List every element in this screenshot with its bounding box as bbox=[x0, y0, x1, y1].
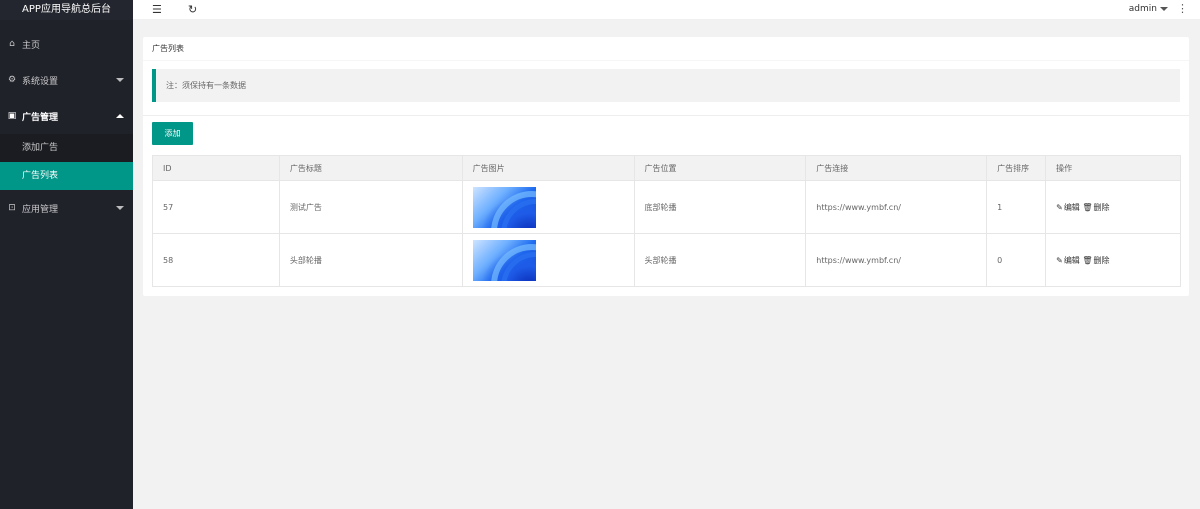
app-icon: ⊡ bbox=[8, 203, 16, 213]
cell-actions: ✎编辑 🗑删除 bbox=[1045, 180, 1181, 234]
edit-label: 编辑 bbox=[1063, 202, 1080, 212]
gear-icon: ⚙ bbox=[7, 75, 17, 85]
divider bbox=[143, 115, 1189, 116]
home-icon: ⌂ bbox=[9, 39, 15, 49]
cell-id: 58 bbox=[152, 233, 280, 287]
sidebar-subnav-ads: 添加广告 广告列表 bbox=[0, 134, 133, 190]
delete-label: 删除 bbox=[1093, 255, 1110, 265]
delete-button[interactable]: 🗑删除 bbox=[1082, 256, 1109, 265]
col-header-link: 广告连接 bbox=[805, 155, 988, 181]
col-header-image: 广告图片 bbox=[461, 155, 635, 181]
sidebar-subitem-ad-list[interactable]: 广告列表 bbox=[0, 162, 133, 190]
cell-actions: ✎编辑 🗑删除 bbox=[1045, 233, 1181, 287]
col-header-sort: 广告排序 bbox=[986, 155, 1047, 181]
image-icon: ▣ bbox=[7, 111, 17, 121]
top-header: ☰ ↻ admin ⋮ bbox=[133, 0, 1200, 20]
sidebar-item-label: 广告管理 bbox=[22, 112, 59, 123]
table-header-row: ID 广告标题 广告图片 广告位置 广告连接 广告排序 操作 bbox=[152, 155, 1181, 181]
sidebar-item-label: 应用管理 bbox=[22, 204, 59, 215]
sidebar-subitem-add-ad[interactable]: 添加广告 bbox=[0, 134, 133, 162]
cell-title: 测试广告 bbox=[278, 180, 463, 234]
notice-box: 注：须保持有一条数据 bbox=[152, 69, 1180, 102]
sidebar-item-settings[interactable]: ⚙ 系统设置 bbox=[0, 62, 133, 98]
edit-label: 编辑 bbox=[1063, 255, 1080, 265]
trash-icon: 🗑 bbox=[1082, 202, 1093, 212]
table-row: 57 测试广告 底部轮播 https://www.ymbf.cn/ 1 ✎编辑 … bbox=[152, 180, 1181, 234]
more-vertical-icon[interactable]: ⋮ bbox=[1177, 2, 1188, 15]
trash-icon: 🗑 bbox=[1082, 255, 1093, 265]
cell-link: https://www.ymbf.cn/ bbox=[805, 180, 988, 234]
chevron-down-icon bbox=[116, 206, 124, 210]
pencil-icon: ✎ bbox=[1056, 202, 1063, 212]
add-button[interactable]: 添加 bbox=[152, 122, 193, 145]
sidebar-item-ads[interactable]: ▣ 广告管理 bbox=[0, 98, 133, 134]
cell-sort: 1 bbox=[986, 180, 1047, 234]
col-header-title: 广告标题 bbox=[278, 155, 463, 181]
chevron-down-icon bbox=[116, 78, 124, 82]
cell-position: 底部轮播 bbox=[633, 180, 807, 234]
col-header-actions: 操作 bbox=[1045, 155, 1181, 181]
ad-image-thumbnail bbox=[472, 239, 536, 281]
ad-image-thumbnail bbox=[472, 186, 536, 228]
page-title: 广告列表 bbox=[143, 37, 1189, 61]
pencil-icon: ✎ bbox=[1056, 255, 1063, 265]
username: admin bbox=[1128, 4, 1157, 14]
edit-button[interactable]: ✎编辑 bbox=[1056, 256, 1080, 265]
sidebar-item-home[interactable]: ⌂ 主页 bbox=[0, 26, 133, 62]
cell-sort: 0 bbox=[986, 233, 1047, 287]
refresh-icon[interactable]: ↻ bbox=[188, 3, 197, 16]
app-logo-title: APP应用导航总后台 bbox=[0, 0, 133, 20]
sidebar: APP应用导航总后台 ⌂ 主页 ⚙ 系统设置 ▣ 广告管理 添加广告 广告列表 … bbox=[0, 0, 133, 509]
cell-link: https://www.ymbf.cn/ bbox=[805, 233, 988, 287]
delete-button[interactable]: 🗑删除 bbox=[1082, 203, 1109, 212]
edit-button[interactable]: ✎编辑 bbox=[1056, 203, 1080, 212]
delete-label: 删除 bbox=[1093, 202, 1110, 212]
chevron-down-icon bbox=[1160, 6, 1168, 11]
sidebar-item-label: 系统设置 bbox=[22, 76, 59, 87]
content-card: 广告列表 注：须保持有一条数据 添加 ID 广告标题 广告图片 广告位置 广告连… bbox=[143, 37, 1189, 296]
col-header-position: 广告位置 bbox=[633, 155, 807, 181]
cell-position: 头部轮播 bbox=[633, 233, 807, 287]
sidebar-item-label: 主页 bbox=[22, 40, 41, 51]
user-menu[interactable]: admin bbox=[1129, 4, 1168, 14]
cell-id: 57 bbox=[152, 180, 280, 234]
ads-table: ID 广告标题 广告图片 广告位置 广告连接 广告排序 操作 57 测试广告 底… bbox=[152, 155, 1181, 287]
sidebar-item-apps[interactable]: ⊡ 应用管理 bbox=[0, 190, 133, 226]
col-header-id: ID bbox=[152, 155, 280, 181]
cell-title: 头部轮播 bbox=[278, 233, 463, 287]
chevron-up-icon bbox=[116, 114, 124, 118]
cell-image bbox=[461, 180, 635, 234]
cell-image bbox=[461, 233, 635, 287]
menu-toggle-icon[interactable]: ☰ bbox=[152, 3, 162, 16]
table-row: 58 头部轮播 头部轮播 https://www.ymbf.cn/ 0 ✎编辑 … bbox=[152, 233, 1181, 287]
